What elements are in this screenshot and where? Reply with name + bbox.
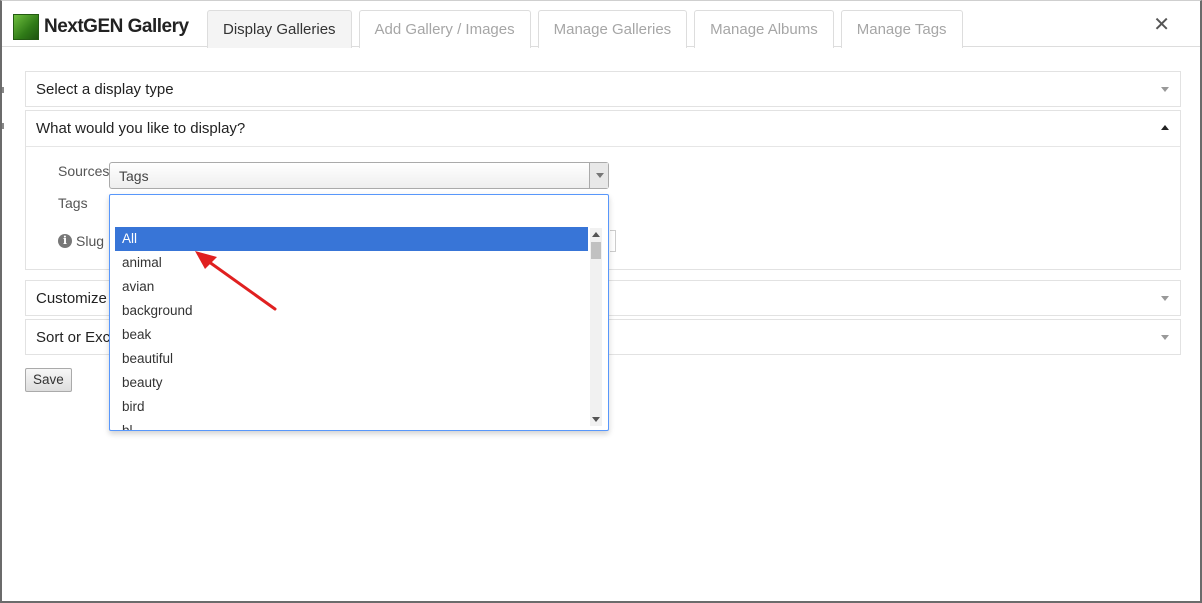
info-icon[interactable]: i <box>58 234 72 248</box>
section-header[interactable]: What would you like to display? <box>26 111 1180 147</box>
scroll-up-icon[interactable] <box>592 232 600 237</box>
background-page-edge <box>2 87 5 147</box>
tags-option-list: All animal avian background beak beautif… <box>115 227 588 430</box>
sources-select-value: Tags <box>119 168 149 184</box>
logo-icon <box>13 14 39 40</box>
slug-input[interactable] <box>610 230 616 252</box>
tab-bar: Display Galleries Add Gallery / Images M… <box>207 10 970 48</box>
close-icon[interactable]: ✕ <box>1153 15 1170 35</box>
chevron-down-icon[interactable] <box>589 163 608 188</box>
section-title: Select a display type <box>36 81 174 98</box>
option-avian[interactable]: avian <box>115 275 588 299</box>
section-title: Customize <box>36 290 107 307</box>
option-all[interactable]: All <box>115 227 588 251</box>
tab-manage-tags[interactable]: Manage Tags <box>840 10 963 48</box>
tags-label: Tags <box>58 195 88 211</box>
section-title: What would you like to display? <box>36 120 246 137</box>
scroll-down-icon[interactable] <box>592 417 600 422</box>
header-bar: NextGEN Gallery Display Galleries Add Ga… <box>2 1 1200 48</box>
scroll-thumb[interactable] <box>591 242 601 259</box>
section-header: Select a display type <box>26 72 1180 107</box>
slug-label: Slug <box>76 233 105 249</box>
slug-label-group: i Slug <box>58 233 104 249</box>
modal-window: NextGEN Gallery Display Galleries Add Ga… <box>0 0 1202 603</box>
tab-add-gallery-images[interactable]: Add Gallery / Images <box>358 10 531 48</box>
sources-select[interactable]: Tags <box>109 162 609 189</box>
section-display-type[interactable]: Select a display type <box>25 71 1181 107</box>
option-animal[interactable]: animal <box>115 251 588 275</box>
sources-label: Sources <box>58 163 110 179</box>
option-background[interactable]: background <box>115 299 588 323</box>
tags-dropdown: All animal avian background beak beautif… <box>109 194 609 431</box>
option-beautiful[interactable]: beautiful <box>115 347 588 371</box>
option-beauty[interactable]: beauty <box>115 371 588 395</box>
section-title: Sort or Exc <box>36 329 111 346</box>
app-logo: NextGEN Gallery <box>13 14 189 40</box>
tab-display-galleries[interactable]: Display Galleries <box>207 10 352 48</box>
chevron-down-icon <box>1161 335 1169 340</box>
tab-manage-albums[interactable]: Manage Albums <box>694 10 834 48</box>
dropdown-scrollbar[interactable] <box>590 228 602 426</box>
chevron-down-icon <box>1161 87 1169 92</box>
option-beak[interactable]: beak <box>115 323 588 347</box>
option-bird[interactable]: bird <box>115 395 588 419</box>
option-partial[interactable]: bl <box>115 419 588 430</box>
chevron-down-icon <box>1161 296 1169 301</box>
app-title: NextGEN Gallery <box>44 16 189 37</box>
tab-manage-galleries[interactable]: Manage Galleries <box>537 10 688 48</box>
tags-search-input[interactable] <box>115 199 603 223</box>
save-button[interactable]: Save <box>25 368 72 392</box>
chevron-up-icon <box>1161 125 1169 130</box>
